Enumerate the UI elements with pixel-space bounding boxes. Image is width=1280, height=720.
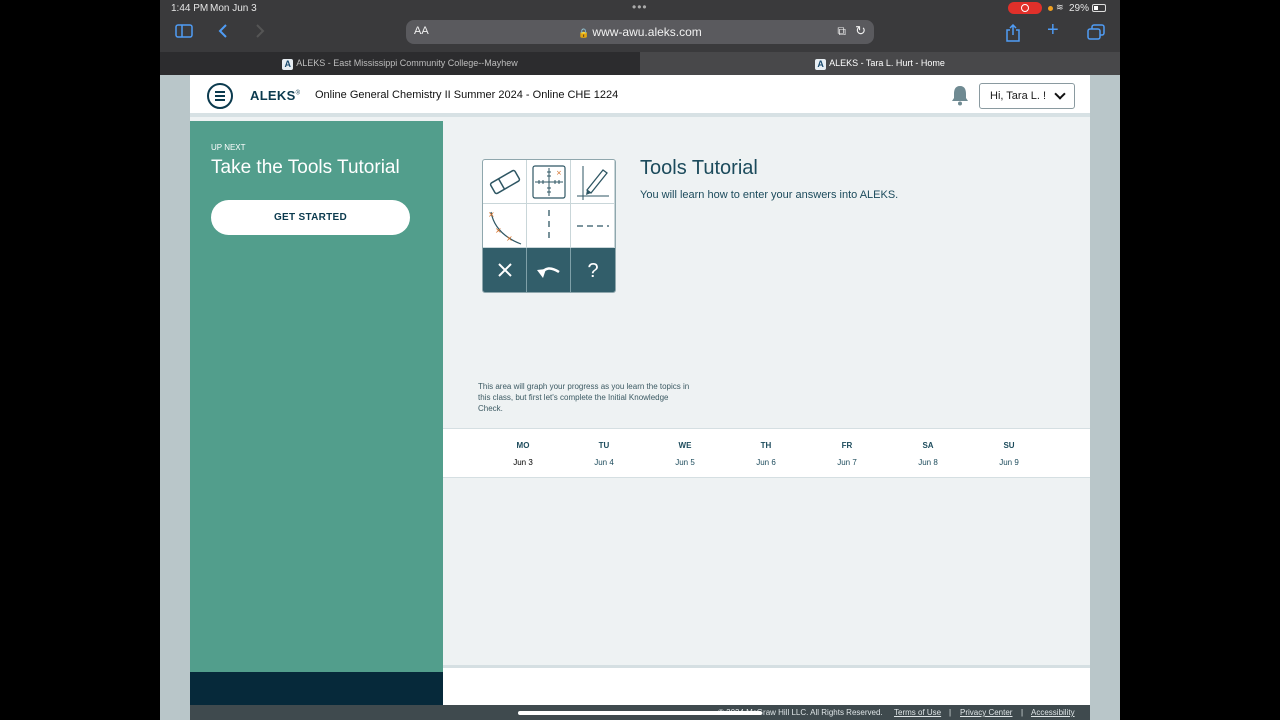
curve-points-icon: × × × [483, 204, 527, 248]
footer-separator: | [1021, 708, 1024, 717]
sidebar-toggle-icon[interactable] [175, 24, 193, 43]
status-bar: 1:44 PM Mon Jun 3 ••• ≋ 29% [160, 0, 1120, 16]
url-label: www-awu.aleks.com [592, 25, 702, 39]
svg-text:×: × [556, 169, 562, 177]
course-title: Online General Chemistry II Summer 2024 … [315, 89, 619, 101]
accessibility-link[interactable]: Accessibility [1031, 708, 1075, 717]
get-started-button[interactable]: GET STARTED [211, 200, 410, 235]
tabs-overview-icon[interactable] [1087, 24, 1105, 45]
week-calendar: MO Jun 3 TU Jun 4 WE Jun 5 TH Jun 6 FR Jun 7 … [443, 428, 1090, 478]
footer-separator: | [949, 708, 952, 717]
svg-text:?: ? [587, 260, 598, 282]
wifi-icon: ≋ [1056, 2, 1064, 12]
svg-text:×: × [495, 226, 502, 235]
forward-icon[interactable] [255, 24, 265, 43]
screen-recording-icon [1008, 2, 1042, 14]
eraser-icon [483, 160, 527, 204]
clear-x-icon [483, 248, 527, 292]
battery-icon [1092, 4, 1106, 12]
address-bar[interactable]: AA 🔒 www-awu.aleks.com ⧉ ↻ [406, 20, 874, 44]
sidebar-footer [190, 672, 443, 705]
tab-title: ALEKS - East Mississippi Community Colle… [296, 58, 518, 68]
extension-icon[interactable]: ⧉ [837, 24, 846, 39]
ipad-screen: 1:44 PM Mon Jun 3 ••• ≋ 29% AA 🔒 www-awu.… [160, 0, 1120, 720]
svg-text:×: × [506, 234, 513, 243]
help-question-icon: ? [571, 248, 615, 292]
tutorial-title: Tools Tutorial [640, 157, 758, 179]
privacy-center-link[interactable]: Privacy Center [960, 708, 1012, 717]
browser-tabs: A ALEKS - East Mississippi Community Coll… [160, 52, 1120, 75]
chevron-down-icon [1054, 88, 1066, 100]
graph-grid-icon: × [527, 160, 571, 204]
hamburger-menu-icon[interactable] [207, 83, 233, 109]
new-tab-icon[interactable]: + [1047, 20, 1059, 40]
progress-graph-note: This area will graph your progress as yo… [478, 382, 690, 413]
terms-of-use-link[interactable]: Terms of Use [894, 708, 941, 717]
up-next-panel: UP NEXT Take the Tools Tutorial GET STAR… [190, 121, 443, 672]
mic-indicator-icon [1048, 6, 1053, 11]
user-menu-button[interactable]: Hi, Tara L. ! [979, 83, 1075, 109]
multitask-dots-icon[interactable]: ••• [632, 0, 648, 14]
vertical-dashed-line-icon [527, 204, 571, 248]
status-time: 1:44 PM [171, 3, 209, 14]
tab-aleks-home[interactable]: A ALEKS - Tara L. Hurt - Home [640, 52, 1120, 75]
aleks-favicon: A [282, 59, 294, 70]
reload-icon[interactable]: ↻ [855, 23, 866, 39]
back-icon[interactable] [218, 24, 228, 43]
share-icon[interactable] [1006, 23, 1020, 47]
tutorial-description: You will learn how to enter your answers… [640, 189, 899, 201]
url-text: 🔒 www-awu.aleks.com [406, 25, 874, 39]
tab-aleks-emcc[interactable]: A ALEKS - East Mississippi Community Coll… [160, 52, 657, 75]
undo-icon [527, 248, 571, 292]
tools-tutorial-illustration: × × × × ? [482, 159, 616, 293]
main-footer-area [443, 665, 1090, 705]
aleks-favicon: A [815, 59, 827, 70]
browser-toolbar: AA 🔒 www-awu.aleks.com ⧉ ↻ + [160, 16, 1120, 52]
notification-bell-icon[interactable] [950, 84, 970, 106]
user-greeting: Hi, Tara L. ! [990, 90, 1047, 102]
horizontal-dashed-line-icon [571, 204, 615, 248]
up-next-title: Take the Tools Tutorial [211, 157, 400, 178]
svg-text:×: × [488, 210, 495, 219]
aleks-page: ALEKS® Online General Chemistry II Summe… [190, 75, 1090, 720]
battery-percent: 29% [1069, 3, 1090, 14]
status-date: Mon Jun 3 [210, 3, 257, 14]
tab-title: ALEKS - Tara L. Hurt - Home [829, 58, 945, 68]
pencil-draw-icon [571, 160, 615, 204]
up-next-label: UP NEXT [211, 143, 246, 152]
aleks-header: ALEKS® Online General Chemistry II Summe… [190, 75, 1090, 117]
home-indicator[interactable] [518, 711, 762, 715]
aleks-logo[interactable]: ALEKS® [250, 88, 300, 103]
lock-icon: 🔒 [578, 28, 590, 38]
